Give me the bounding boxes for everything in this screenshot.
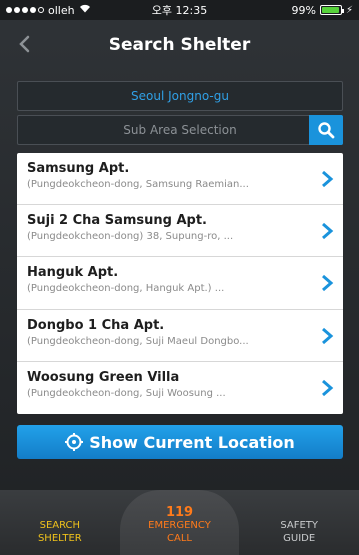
status-bar: olleh 오후 12:35 99% ⚡ — [0, 0, 359, 20]
shelter-name: Suji 2 Cha Samsung Apt. — [27, 213, 208, 229]
tab-label-line1: SEARCH — [39, 520, 81, 531]
tab-search-shelter[interactable]: SEARCH SHELTER — [0, 490, 120, 555]
emergency-number: 119 — [165, 505, 194, 520]
area-select[interactable]: Seoul Jongno-gu — [17, 81, 343, 111]
search-button[interactable] — [309, 115, 343, 145]
signal-dot — [6, 7, 12, 13]
signal-dot — [14, 7, 20, 13]
tab-safety-guide[interactable]: SAFETY GUIDE — [239, 490, 359, 555]
shelter-address: (Pungdeokcheon-dong, Samsung Raemian... — [27, 179, 249, 190]
shelter-name: Dongbo 1 Cha Apt. — [27, 317, 165, 333]
tab-label-line2: CALL — [167, 533, 192, 544]
battery-status: 99% ⚡ — [292, 4, 353, 17]
signal-strength-icon — [6, 7, 44, 13]
signal-dot — [30, 7, 36, 13]
app-screen: olleh 오후 12:35 99% ⚡ Search Shelter Seou… — [0, 0, 359, 555]
shelter-address: (Pungdeokcheon-dong, Hanguk Apt.) ... — [27, 283, 225, 295]
signal-dot — [22, 7, 28, 13]
show-current-location-label: Show Current Location — [89, 432, 295, 452]
wifi-icon — [79, 4, 91, 16]
list-item[interactable]: Suji 2 Cha Samsung Apt. (Pungdeokcheon-d… — [17, 205, 343, 258]
sub-area-placeholder: Sub Area Selection — [123, 123, 237, 137]
battery-percent: 99% — [291, 3, 316, 17]
chevron-right-icon — [322, 170, 334, 188]
carrier-name: olleh — [48, 3, 75, 17]
crosshair-icon — [65, 433, 84, 451]
shelter-address: (Pungdeokcheon-dong, Suji Woosung ... — [27, 387, 226, 399]
chevron-right-icon — [322, 275, 334, 292]
show-current-location-button[interactable]: Show Current Location — [17, 425, 343, 459]
battery-fill — [321, 7, 340, 13]
chevron-right-icon — [322, 327, 334, 344]
shelter-name: Samsung Apt. — [27, 161, 130, 176]
shelter-name: Hanguk Apt. — [27, 265, 119, 281]
signal-dot — [38, 7, 44, 13]
chevron-left-icon[interactable] — [12, 32, 36, 56]
charging-icon: ⚡ — [345, 4, 353, 16]
nav-bar: Search Shelter — [0, 20, 359, 70]
area-select-label: Seoul Jongno-gu — [131, 89, 229, 103]
tab-emergency-call[interactable]: 119 EMERGENCY CALL — [119, 490, 240, 555]
chevron-right-icon — [322, 379, 334, 396]
list-item[interactable]: Hanguk Apt. (Pungdeokcheon-dong, Hanguk … — [17, 257, 343, 310]
shelter-address: (Pungdeokcheon-dong, Suji Maeul Dongbo..… — [27, 335, 249, 347]
sub-area-select[interactable]: Sub Area Selection — [17, 115, 343, 145]
tab-label-line1: SAFETY — [280, 520, 319, 531]
list-item[interactable]: Samsung Apt. (Pungdeokcheon-dong, Samsun… — [17, 153, 343, 206]
tab-bar: SEARCH SHELTER 119 EMERGENCY CALL SAFETY… — [0, 490, 359, 555]
shelter-list: Samsung Apt. (Pungdeokcheon-dong, Samsun… — [17, 153, 343, 414]
shelter-name: Woosung Green Villa — [27, 369, 180, 385]
chevron-right-icon — [322, 223, 334, 240]
tab-label-line2: SHELTER — [37, 533, 82, 544]
list-item[interactable]: Dongbo 1 Cha Apt. (Pungdeokcheon-dong, S… — [17, 310, 343, 362]
tab-label-line1: EMERGENCY — [148, 520, 211, 531]
shelter-address: (Pungdeokcheon-dong) 38, Supung-ro, ... — [27, 231, 234, 243]
list-item[interactable]: Woosung Green Villa (Pungdeokcheon-dong,… — [17, 362, 343, 414]
page-title: Search Shelter — [108, 35, 251, 55]
battery-icon — [319, 5, 344, 15]
tab-label-line2: GUIDE — [283, 533, 316, 544]
search-icon — [318, 122, 335, 139]
